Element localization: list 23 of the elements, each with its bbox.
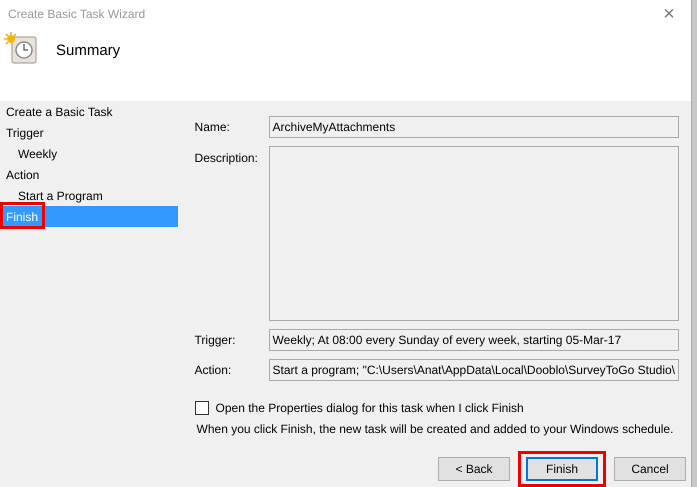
field-label: Name: bbox=[194, 120, 231, 134]
page-heading: Summary bbox=[56, 42, 120, 59]
step-item[interactable]: Create a Basic Task bbox=[0, 101, 178, 122]
text-field[interactable]: Weekly; At 08:00 every Sunday of every week, starting 05-Mar-17 bbox=[268, 329, 679, 351]
checkbox[interactable] bbox=[194, 401, 209, 415]
info-text: When you click Finish, the new task will be created and added to your Windows schedule. bbox=[196, 422, 674, 436]
step-item[interactable]: Trigger bbox=[0, 122, 178, 143]
field-label: Action: bbox=[194, 363, 232, 377]
text-field[interactable]: ArchiveMyAttachments bbox=[268, 116, 679, 138]
field-label: Description: bbox=[194, 151, 259, 165]
dialog-button[interactable]: Finish bbox=[526, 457, 598, 481]
clock-icon bbox=[4, 32, 38, 66]
checkbox-label: Open the Properties dialog for this task when I click Finish bbox=[216, 401, 524, 415]
text-field[interactable]: Start a program; "C:\Users\Anat\AppData\Local\Dooblo\SurveyToGo Studio\ bbox=[268, 359, 679, 381]
step-item[interactable]: Weekly bbox=[0, 143, 178, 164]
step-item[interactable]: Action bbox=[0, 164, 178, 185]
dialog-button[interactable]: Cancel bbox=[614, 457, 686, 481]
step-item[interactable]: Start a Program bbox=[0, 185, 178, 206]
description-field[interactable] bbox=[268, 146, 679, 321]
dialog-button[interactable]: < Back bbox=[438, 457, 510, 481]
field-label: Trigger: bbox=[194, 333, 236, 347]
window-title: Create Basic Task Wizard bbox=[8, 7, 146, 21]
close-button[interactable]: × bbox=[647, 0, 691, 28]
